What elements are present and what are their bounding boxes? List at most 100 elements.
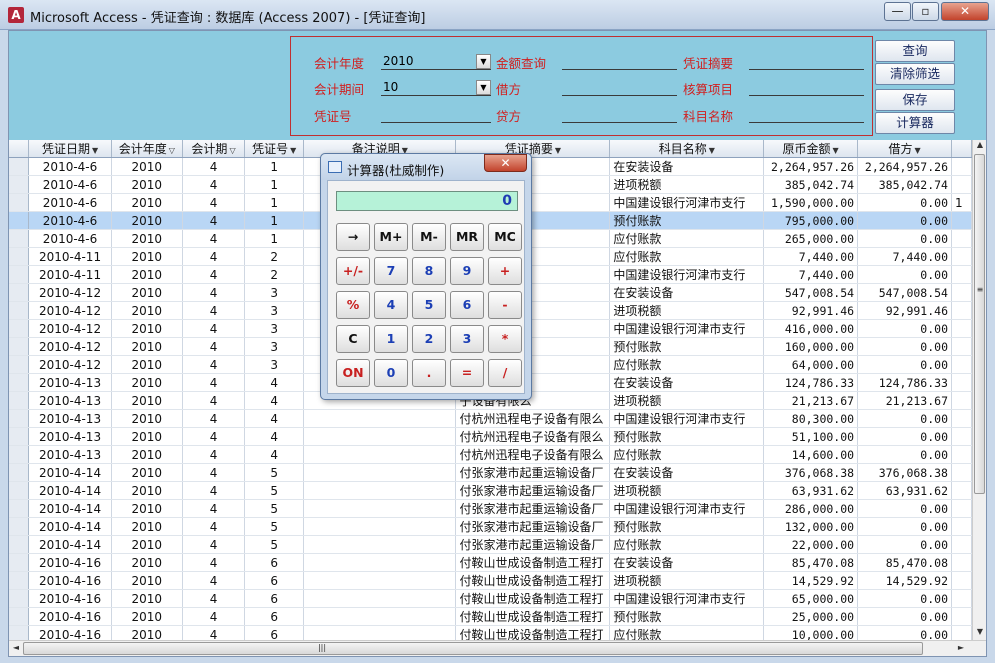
table-cell[interactable] — [303, 589, 457, 608]
table-cell[interactable]: 付鞍山世成设备制造工程打 — [455, 589, 611, 608]
calc-key[interactable]: → — [336, 223, 370, 251]
table-cell[interactable]: 25,000.00 — [763, 607, 859, 626]
row-selector[interactable] — [9, 157, 30, 176]
table-cell[interactable]: 预付账款 — [609, 607, 765, 626]
table-cell[interactable] — [303, 625, 457, 640]
table-cell[interactable]: 64,000.00 — [763, 355, 859, 374]
row-selector[interactable] — [9, 553, 30, 572]
table-cell[interactable]: 4 — [182, 589, 246, 608]
table-cell[interactable]: 3 — [244, 319, 305, 338]
table-cell[interactable]: 14,529.92 — [763, 571, 859, 590]
table-row[interactable]: 2010-4-14 2010 4 5 付张家港市起重运输设备厂 进项税额 63,931.62… — [9, 481, 972, 500]
table-cell[interactable]: 进项税额 — [609, 481, 765, 500]
table-cell[interactable]: 预付账款 — [609, 337, 765, 356]
table-cell[interactable]: 0.00 — [857, 211, 952, 230]
table-cell[interactable]: 0.00 — [857, 607, 952, 626]
calc-key[interactable]: + — [488, 257, 522, 285]
table-cell[interactable]: 286,000.00 — [763, 499, 859, 518]
row-selector[interactable] — [9, 481, 30, 500]
calc-key[interactable]: 3 — [450, 325, 484, 353]
table-cell[interactable]: 4 — [182, 247, 246, 266]
table-cell[interactable]: 4 — [182, 211, 246, 230]
table-cell[interactable] — [303, 517, 457, 536]
table-cell[interactable]: 2010-4-6 — [28, 193, 112, 212]
table-cell[interactable]: 2010-4-6 — [28, 211, 112, 230]
table-cell[interactable]: 付张家港市起重运输设备厂 — [455, 499, 611, 518]
table-cell[interactable]: 应付账款 — [609, 247, 765, 266]
table-cell[interactable]: 2010 — [111, 409, 183, 428]
table-cell[interactable]: 5 — [244, 535, 305, 554]
table-cell[interactable]: 2010 — [111, 517, 183, 536]
table-cell[interactable]: 0.00 — [857, 427, 952, 446]
table-cell[interactable]: 2010 — [111, 193, 183, 212]
table-cell[interactable] — [303, 535, 457, 554]
table-cell[interactable]: 付鞍山世成设备制造工程打 — [455, 625, 611, 640]
calc-key[interactable]: MC — [488, 223, 522, 251]
table-cell[interactable]: 92,991.46 — [857, 301, 952, 320]
col-header-year[interactable]: 会计年度 ▽ — [111, 140, 183, 158]
calc-key[interactable]: . — [412, 359, 446, 387]
summary-input[interactable] — [749, 53, 864, 70]
table-cell[interactable]: 2 — [244, 265, 305, 284]
calc-key[interactable]: ON — [336, 359, 370, 387]
table-cell[interactable]: 51,100.00 — [763, 427, 859, 446]
table-cell[interactable]: 4 — [182, 409, 246, 428]
table-cell[interactable]: 4 — [182, 157, 246, 176]
table-cell[interactable]: 2010 — [111, 319, 183, 338]
horizontal-scroll-thumb[interactable] — [23, 642, 923, 655]
table-cell[interactable]: 4 — [244, 445, 305, 464]
vertical-scrollbar[interactable]: ▲ ≡ ▼ — [972, 140, 986, 640]
table-row[interactable]: 2010-4-13 2010 4 4 付杭州迅程电子设备有限么 中国建设银行河津市支行 80… — [9, 409, 972, 428]
table-cell[interactable]: 2010 — [111, 589, 183, 608]
table-cell[interactable]: 4 — [182, 193, 246, 212]
row-selector[interactable] — [9, 283, 30, 302]
table-cell[interactable]: 6 — [244, 571, 305, 590]
access-app-icon[interactable]: A — [8, 7, 24, 23]
restore-button[interactable]: ▫ — [912, 2, 939, 21]
table-cell[interactable]: 2,264,957.26 — [763, 157, 859, 176]
calc-key[interactable]: = — [450, 359, 484, 387]
table-cell[interactable]: 10,000.00 — [763, 625, 859, 640]
row-selector[interactable] — [9, 229, 30, 248]
table-cell[interactable]: 5 — [244, 499, 305, 518]
calc-key[interactable]: % — [336, 291, 370, 319]
table-cell[interactable]: 416,000.00 — [763, 319, 859, 338]
debit-input[interactable] — [562, 79, 677, 96]
table-cell[interactable]: 2010-4-12 — [28, 355, 112, 374]
calculator-close-button[interactable]: ✕ — [484, 154, 527, 172]
table-cell[interactable]: 应付账款 — [609, 229, 765, 248]
row-selector[interactable] — [9, 193, 30, 212]
table-cell[interactable]: 376,068.38 — [763, 463, 859, 482]
table-cell[interactable] — [303, 499, 457, 518]
row-selector[interactable] — [9, 301, 30, 320]
table-cell[interactable]: 2010-4-13 — [28, 427, 112, 446]
table-row[interactable]: 2010-4-14 2010 4 5 付张家港市起重运输设备厂 中国建设银行河津市支行 28… — [9, 499, 972, 518]
table-cell[interactable]: 3 — [244, 337, 305, 356]
table-cell[interactable]: 2010 — [111, 373, 183, 392]
calc-key[interactable]: M+ — [374, 223, 408, 251]
table-cell[interactable]: 2010-4-6 — [28, 175, 112, 194]
table-cell[interactable]: 进项税额 — [609, 391, 765, 410]
table-cell[interactable]: 中国建设银行河津市支行 — [609, 193, 765, 212]
col-header-period[interactable]: 会计期 ▽ — [182, 140, 246, 158]
table-cell[interactable]: 5 — [244, 463, 305, 482]
table-cell[interactable]: 预付账款 — [609, 211, 765, 230]
table-cell[interactable]: 21,213.67 — [763, 391, 859, 410]
table-row[interactable]: 2010-4-14 2010 4 5 付张家港市起重运输设备厂 应付账款 22,000.00… — [9, 535, 972, 554]
query-button[interactable]: 查询 — [875, 40, 955, 62]
table-cell[interactable]: 在安装设备 — [609, 553, 765, 572]
table-cell[interactable] — [303, 553, 457, 572]
table-cell[interactable]: 85,470.08 — [857, 553, 952, 572]
table-cell[interactable]: 1 — [244, 175, 305, 194]
voucher-no-input[interactable] — [381, 106, 491, 123]
table-cell[interactable]: 2010-4-16 — [28, 571, 112, 590]
table-cell[interactable]: 进项税额 — [609, 571, 765, 590]
row-selector[interactable] — [9, 571, 30, 590]
table-cell[interactable]: 4 — [182, 553, 246, 572]
table-cell[interactable] — [303, 481, 457, 500]
table-cell[interactable]: 4 — [182, 337, 246, 356]
table-cell[interactable]: 付杭州迅程电子设备有限么 — [455, 445, 611, 464]
table-cell[interactable]: 2010 — [111, 625, 183, 640]
table-cell[interactable]: 14,529.92 — [857, 571, 952, 590]
table-cell[interactable]: 中国建设银行河津市支行 — [609, 499, 765, 518]
